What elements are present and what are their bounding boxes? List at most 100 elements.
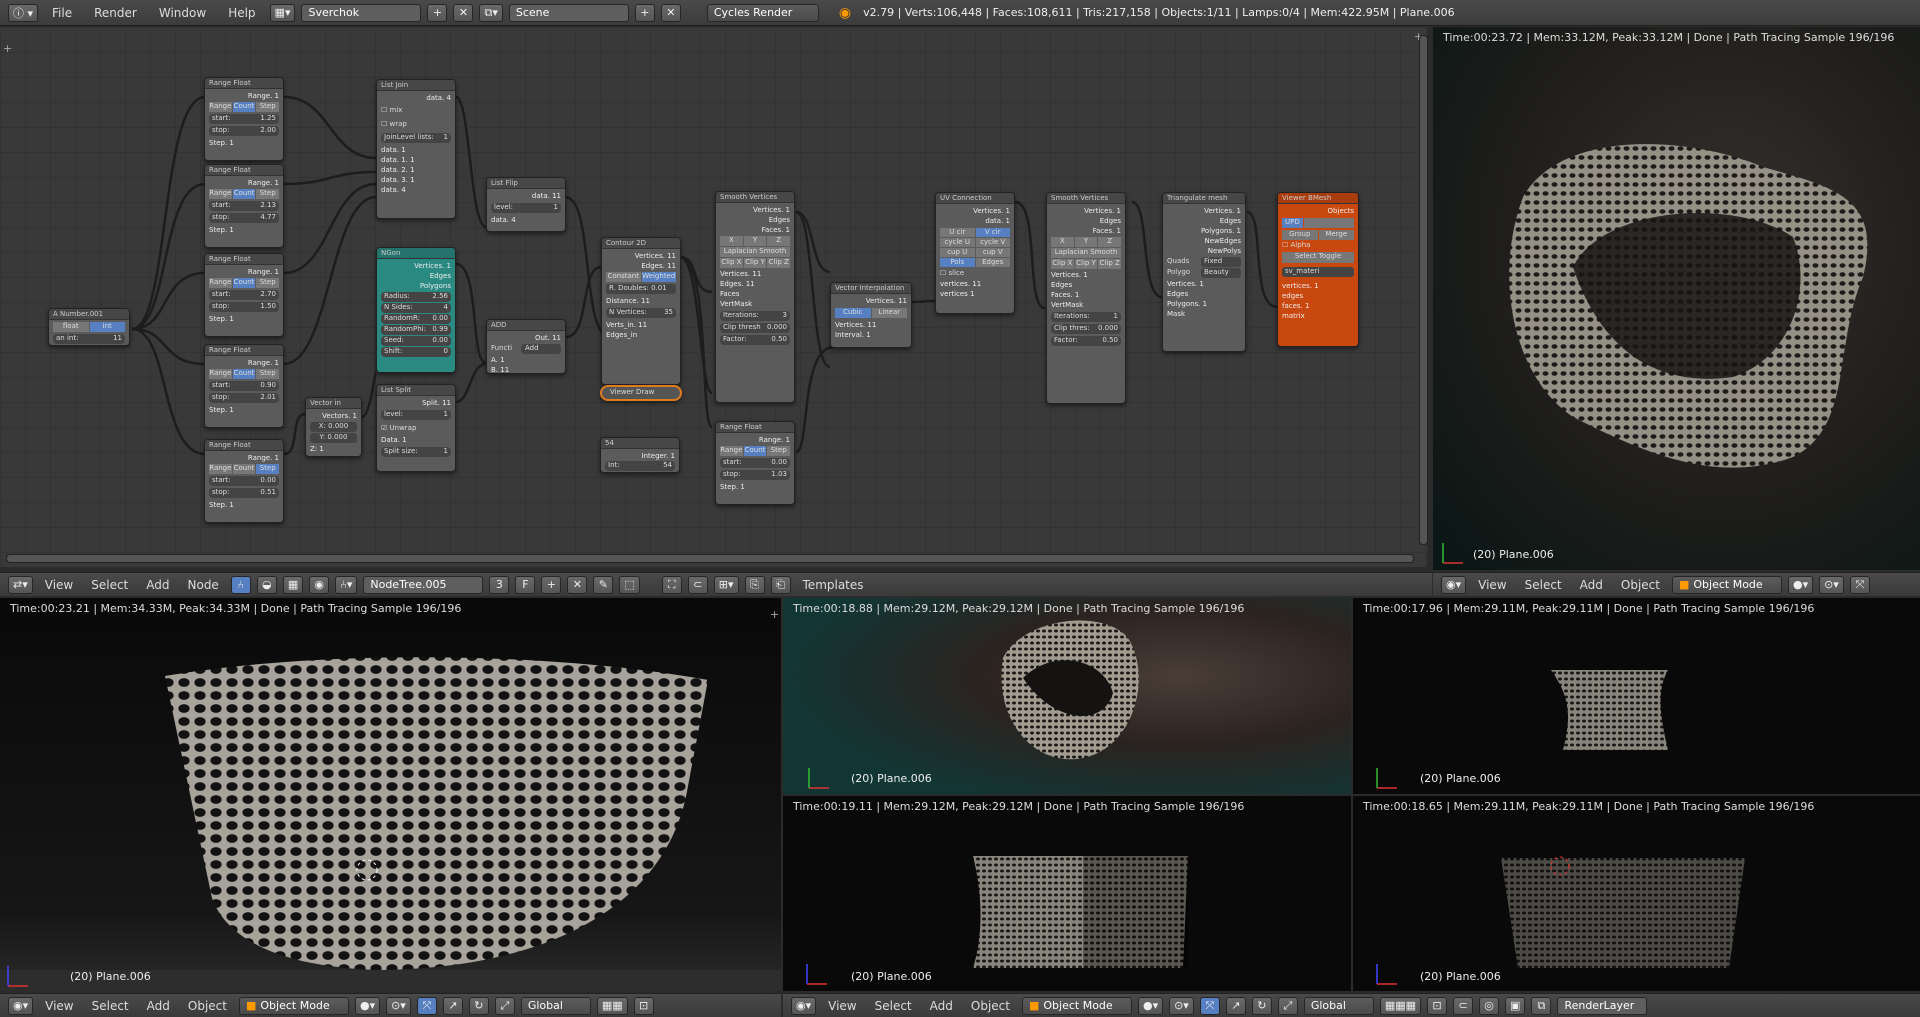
proportional-icon[interactable]: ◎ [1479, 996, 1500, 1015]
pols-toggle[interactable]: Pols [940, 258, 975, 267]
cup-u-toggle[interactable]: cup U [940, 248, 975, 257]
int-field[interactable]: Int: 54 [605, 461, 675, 471]
n-vertices-field[interactable]: N Vertices: 35 [606, 308, 676, 318]
visibility-toggle[interactable] [1303, 218, 1354, 228]
function-dropdown[interactable]: Add [521, 344, 561, 354]
menu-view[interactable]: View [1472, 578, 1512, 592]
menu-window[interactable]: Window [151, 6, 214, 20]
node-tree-type-icon[interactable]: ⑃ [230, 575, 251, 594]
start-field[interactable]: start: 2.13 [209, 201, 279, 211]
mode-range[interactable]: Range [209, 464, 232, 474]
menu-node[interactable]: Node [182, 578, 225, 592]
cycle-u-toggle[interactable]: cycle U [940, 238, 975, 247]
clip-z-toggle[interactable]: Clip Z [767, 258, 791, 268]
mode-range[interactable]: Range [209, 278, 232, 288]
node-ngon[interactable]: NGon Vertices. 1 Edges Polygons Radius: 2… [376, 247, 456, 373]
mode-range[interactable]: Range [209, 102, 232, 112]
node-tree-browse-icon[interactable]: ⑃▾ [335, 575, 358, 594]
random-r-field[interactable]: RandomR: 0.00 [381, 314, 451, 324]
slice-checkbox[interactable]: ☐ slice [940, 269, 1010, 279]
manipulator-icon[interactable]: ⤧ [1199, 996, 1220, 1015]
node-range-float-4[interactable]: Range Float Range. 1 Range Count Step st… [204, 344, 284, 428]
vertical-scrollbar[interactable] [1419, 35, 1428, 545]
level-field[interactable]: level: 1 [491, 203, 561, 213]
paste-icon[interactable]: ⎗ [770, 575, 791, 594]
node-uv-connection[interactable]: UV Connection Vertices. 1 data. 1 U cir … [935, 192, 1015, 314]
render-viewport-top-right[interactable]: Time:00:23.72 | Mem:33.12M, Peak:33.12M … [1433, 27, 1920, 570]
mode-range[interactable]: Range [209, 369, 232, 379]
translate-icon[interactable]: ↗ [1225, 996, 1246, 1015]
int-field[interactable]: an int: 11 [53, 334, 125, 344]
menu-select[interactable]: Select [1519, 578, 1568, 592]
mode-count[interactable]: Count [232, 189, 256, 199]
stop-field[interactable]: stop: 1.03 [720, 470, 790, 480]
menu-object[interactable]: Object [182, 999, 233, 1013]
update-toggle[interactable]: UPD [1282, 218, 1303, 228]
random-phi-field[interactable]: RandomPhi: 0.99 [381, 325, 451, 335]
start-field[interactable]: start: 0.00 [209, 476, 279, 486]
node-list-split[interactable]: List Split Split. 11 level: 1 ☑ Unwrap Da… [376, 384, 456, 472]
node-integer-54[interactable]: 54 Integer. 1 Int: 54 [600, 437, 680, 473]
shift-field[interactable]: Shift: 0 [381, 347, 451, 357]
smooth-mode-button[interactable]: Laplacian Smooth [720, 247, 790, 257]
join-level-field[interactable]: JoinLevel lists: 1 [381, 133, 451, 143]
layers-icon[interactable]: ▦▦▦ [1379, 996, 1422, 1015]
node-a-number[interactable]: A Number.001 float int an int: 11 [48, 308, 130, 346]
mode-step[interactable]: Step [256, 464, 280, 474]
mode-int[interactable]: int [89, 322, 125, 332]
layers-icon[interactable]: ▦▦ [596, 996, 628, 1015]
mode-weighted[interactable]: Weighted [641, 272, 676, 282]
compositor-icon[interactable]: ◉ [309, 575, 330, 594]
node-range-float-3[interactable]: Range Float Range. 1 Range Count Step st… [204, 253, 284, 337]
manipulator-icon[interactable]: ⤧ [416, 996, 437, 1015]
editor-type-icon[interactable]: ◉▾ [8, 996, 34, 1015]
copy-icon[interactable]: ⎘ [744, 575, 765, 594]
unwrap-checkbox[interactable]: ☑ Unwrap [381, 422, 451, 435]
templates-menu[interactable]: Templates [797, 578, 870, 592]
clip-z-toggle[interactable]: Clip Z [1098, 259, 1122, 269]
nsides-field[interactable]: N Sides: 4 [381, 303, 451, 313]
render-viewport-middle-bottom[interactable]: Time:00:19.11 | Mem:29.12M, Peak:29.12M … [783, 796, 1351, 991]
menu-add[interactable]: Add [140, 578, 175, 592]
node-range-float-2[interactable]: Range Float Range. 1 Range Count Step st… [204, 164, 284, 248]
node-viewer-draw[interactable]: Viewer Draw [600, 385, 682, 401]
snap-mode-icon[interactable]: ⊞▾ [713, 575, 739, 594]
region-corner-icon[interactable]: + [770, 608, 779, 621]
menu-select[interactable]: Select [85, 578, 134, 592]
mode-dropdown[interactable]: ■ Object Mode [1671, 575, 1782, 594]
select-toggle-button[interactable]: Select Toggle [1282, 252, 1354, 263]
mode-dropdown[interactable]: ■ Object Mode [238, 996, 349, 1015]
start-field[interactable]: start: 0.90 [209, 381, 279, 391]
clip-y-toggle[interactable]: Clip Y [1074, 259, 1098, 269]
texture-tree-icon[interactable]: ▦ [282, 575, 304, 594]
node-editor-canvas[interactable]: + + [0, 27, 1428, 567]
mix-checkbox[interactable]: ☐ mix [381, 103, 451, 117]
node-viewer-bmesh[interactable]: Viewer BMesh Objects UPD Group Merge ☐ A… [1277, 192, 1359, 347]
render-viewport-right-bottom[interactable]: Time:00:18.65 | Mem:29.11M, Peak:29.11M … [1353, 796, 1920, 991]
menu-view[interactable]: View [822, 999, 862, 1013]
quads-dropdown[interactable]: Fixed [1201, 257, 1241, 267]
pin-icon[interactable]: ✎ [593, 575, 614, 594]
axis-z-toggle[interactable]: Z [767, 236, 791, 246]
fake-user-button[interactable]: F [515, 575, 536, 594]
lock-layers-icon[interactable]: ⊡ [1427, 996, 1448, 1015]
start-field[interactable]: start: 1.25 [209, 114, 279, 124]
node-range-float-1[interactable]: Range Float Range. 1 Range Count Step st… [204, 77, 284, 161]
render-engine-dropdown[interactable]: Cycles Render [706, 3, 819, 22]
menu-object[interactable]: Object [1615, 578, 1666, 592]
axis-y-toggle[interactable]: Y [743, 236, 767, 246]
orientation-dropdown[interactable]: Global [520, 996, 591, 1015]
node-contour-2d[interactable]: Contour 2D Vertices. 11 Edges. 11 Consta… [601, 237, 681, 385]
iterations-field[interactable]: Iterations: 3 [720, 311, 790, 321]
start-field[interactable]: start: 0.00 [720, 458, 790, 468]
stop-field[interactable]: stop: 4.77 [209, 213, 279, 223]
mode-count[interactable]: Count [232, 369, 256, 379]
render-viewport-middle-top[interactable]: Time:00:18.88 | Mem:29.12M, Peak:29.12M … [783, 598, 1351, 794]
smooth-mode-button[interactable]: Laplacian Smooth [1051, 248, 1121, 258]
snap-icon[interactable]: ⛶ [661, 575, 682, 594]
rotate-icon[interactable]: ↻ [1251, 996, 1272, 1015]
scene-icon[interactable]: ⧉▾ [479, 3, 503, 22]
mode-step[interactable]: Step [256, 102, 280, 112]
menu-select[interactable]: Select [86, 999, 135, 1013]
mode-range[interactable]: Range [720, 446, 743, 456]
